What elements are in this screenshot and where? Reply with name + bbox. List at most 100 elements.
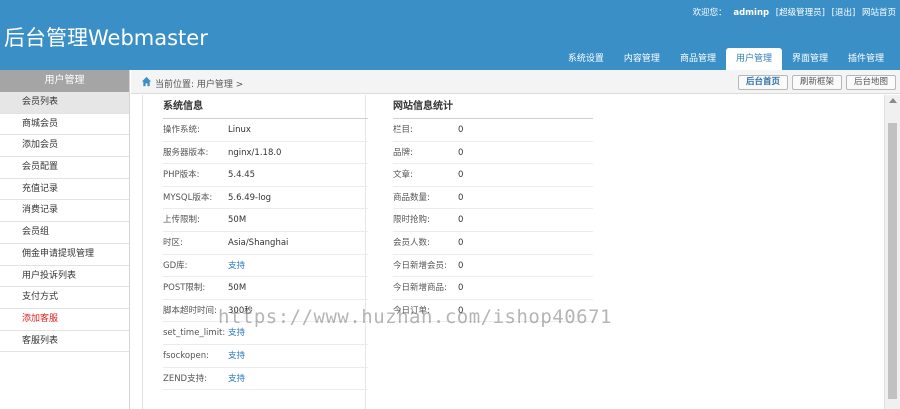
scroll-up-arrow-icon[interactable] bbox=[889, 98, 897, 103]
info-label: 时区: bbox=[163, 237, 183, 248]
scroll-thumb[interactable] bbox=[888, 123, 897, 399]
info-row: 栏目: 0 bbox=[393, 119, 593, 142]
info-value: 5.4.45 bbox=[228, 170, 256, 181]
breadcrumb-bar: 当前位置: 用户管理 > 后台首页 刷新框架 后台地图 bbox=[131, 70, 900, 94]
info-label: fsockopen: bbox=[163, 350, 209, 361]
main-content: 系统信息 操作系统: Linux 服务器版本: nginx/1.18.0 PHP版本: 5… bbox=[142, 95, 884, 409]
info-value: 0 bbox=[458, 305, 464, 316]
nav-tab[interactable]: 商品管理 bbox=[670, 48, 726, 70]
logout-link[interactable]: [退出] bbox=[832, 8, 856, 18]
user-role: [超级管理员] bbox=[775, 8, 825, 18]
sidebar-heading: 用户管理 bbox=[0, 70, 129, 92]
info-value: 0 bbox=[458, 192, 464, 203]
info-row: MYSQL版本: 5.6.49-log bbox=[163, 187, 368, 210]
breadcrumb-button[interactable]: 后台首页 bbox=[737, 75, 788, 90]
info-row: 品牌: 0 bbox=[393, 142, 593, 165]
breadcrumb: 当前位置: 用户管理 > bbox=[155, 80, 244, 90]
vertical-scrollbar[interactable] bbox=[884, 95, 900, 409]
nav-tab[interactable]: 用户管理 bbox=[725, 48, 782, 70]
info-value: 0 bbox=[458, 283, 464, 294]
info-value: 0 bbox=[458, 125, 464, 135]
sidebar-item[interactable]: 会员列表 bbox=[0, 92, 129, 114]
breadcrumb-button[interactable]: 后台地图 bbox=[845, 75, 896, 90]
welcome-bar: 欢迎您： adminp [超级管理员] [退出] 网站首页 bbox=[689, 6, 896, 18]
site-stats-title: 网站信息统计 bbox=[393, 95, 593, 119]
info-row: 限时抢购: 0 bbox=[393, 209, 593, 232]
sidebar-item[interactable]: 佣金申请提现管理 bbox=[0, 244, 129, 266]
system-info-title: 系统信息 bbox=[163, 95, 368, 119]
info-label: GD库: bbox=[163, 260, 188, 271]
info-value: 0 bbox=[458, 170, 464, 181]
info-value: 0 bbox=[458, 260, 464, 271]
sidebar-item[interactable]: 消费记录 bbox=[0, 200, 129, 223]
sidebar-item[interactable]: 用户投诉列表 bbox=[0, 266, 129, 288]
info-label: PHP版本: bbox=[163, 170, 200, 181]
sidebar-item[interactable]: 添加客服 bbox=[0, 309, 129, 331]
info-row: 时区: Asia/Shanghai bbox=[163, 232, 368, 255]
system-info-rows: 操作系统: Linux 服务器版本: nginx/1.18.0 PHP版本: 5.4.45… bbox=[163, 119, 368, 391]
sidebar: 用户管理 会员列表 商城会员 添加会员 会员配置 充值记录 消费记录 会员组 佣金申请提现管理… bbox=[0, 70, 130, 409]
sidebar-item[interactable]: 客服列表 bbox=[0, 331, 129, 353]
nav-tab[interactable]: 系统设置 bbox=[558, 48, 614, 70]
info-row: PHP版本: 5.4.45 bbox=[163, 164, 368, 187]
nav-tab[interactable]: 内容管理 bbox=[614, 48, 670, 70]
info-value-link[interactable]: 支持 bbox=[228, 255, 245, 277]
info-row: 脚本超时时间: 300秒 bbox=[163, 300, 368, 323]
info-label: 今日订单: bbox=[393, 305, 430, 316]
info-label: POST限制: bbox=[163, 283, 206, 294]
info-label: set_time_limit: bbox=[163, 328, 226, 339]
info-value-link[interactable]: 支持 bbox=[228, 368, 245, 390]
info-value: 50M bbox=[228, 283, 247, 294]
info-value: 5.6.49-log bbox=[228, 192, 272, 203]
info-row: 今日订单: 0 bbox=[393, 300, 593, 323]
info-label: 今日新增商品: bbox=[393, 283, 447, 294]
info-value-link[interactable]: 支持 bbox=[228, 322, 245, 344]
info-row: 上传限制: 50M bbox=[163, 209, 368, 232]
info-row: 文章: 0 bbox=[393, 164, 593, 187]
nav-tab[interactable]: 插件管理 bbox=[838, 48, 894, 70]
info-value: 0 bbox=[458, 237, 464, 248]
info-label: 上传限制: bbox=[163, 215, 200, 226]
home-icon[interactable] bbox=[141, 76, 152, 87]
info-value: 0 bbox=[458, 215, 464, 226]
top-header: 后台管理Webmaster 欢迎您： adminp [超级管理员] [退出] 网… bbox=[0, 0, 900, 70]
sidebar-item[interactable]: 会员组 bbox=[0, 222, 129, 244]
info-label: 文章: bbox=[393, 170, 413, 181]
info-row: 今日新增商品: 0 bbox=[393, 277, 593, 300]
info-label: ZEND支持: bbox=[163, 373, 207, 384]
welcome-prefix: 欢迎您： bbox=[692, 8, 727, 18]
breadcrumb-button[interactable]: 刷新框架 bbox=[791, 75, 842, 90]
info-label: 操作系统: bbox=[163, 125, 200, 135]
sidebar-item[interactable]: 商城会员 bbox=[0, 114, 129, 136]
info-label: 服务器版本: bbox=[163, 147, 209, 158]
info-row: set_time_limit: 支持 bbox=[163, 322, 368, 345]
sidebar-item[interactable]: 支付方式 bbox=[0, 287, 129, 309]
info-row: 商品数量: 0 bbox=[393, 187, 593, 210]
info-row: fsockopen: 支持 bbox=[163, 345, 368, 368]
info-row: 今日新增会员: 0 bbox=[393, 255, 593, 278]
info-label: MYSQL版本: bbox=[163, 192, 213, 203]
info-label: 今日新增会员: bbox=[393, 260, 447, 271]
site-home-link[interactable]: 网站首页 bbox=[862, 8, 896, 18]
system-info-panel: 系统信息 操作系统: Linux 服务器版本: nginx/1.18.0 PHP版本: 5… bbox=[163, 95, 368, 391]
info-value-link[interactable]: 支持 bbox=[228, 345, 245, 367]
site-logo: 后台管理Webmaster bbox=[4, 26, 208, 50]
sidebar-list: 会员列表 商城会员 添加会员 会员配置 充值记录 消费记录 会员组 佣金申请提现管理 用户投诉列… bbox=[0, 92, 129, 353]
main-nav: 系统设置 内容管理 商品管理 用户管理 界面管理 插件管理 bbox=[558, 48, 894, 70]
info-label: 限时抢购: bbox=[393, 215, 430, 226]
info-value: 50M bbox=[228, 215, 247, 226]
info-label: 品牌: bbox=[393, 147, 413, 158]
username: adminp bbox=[733, 8, 770, 18]
info-label: 商品数量: bbox=[393, 192, 430, 203]
info-value: 0 bbox=[458, 147, 464, 158]
info-row: ZEND支持: 支持 bbox=[163, 368, 368, 391]
sidebar-item[interactable]: 会员配置 bbox=[0, 157, 129, 179]
info-row: POST限制: 50M bbox=[163, 277, 368, 300]
info-value: nginx/1.18.0 bbox=[228, 147, 282, 158]
info-row: 会员人数: 0 bbox=[393, 232, 593, 255]
info-row: 操作系统: Linux bbox=[163, 119, 368, 142]
sidebar-item[interactable]: 充值记录 bbox=[0, 179, 129, 201]
sidebar-item[interactable]: 添加会员 bbox=[0, 135, 129, 158]
info-row: 服务器版本: nginx/1.18.0 bbox=[163, 142, 368, 165]
nav-tab[interactable]: 界面管理 bbox=[782, 48, 838, 70]
